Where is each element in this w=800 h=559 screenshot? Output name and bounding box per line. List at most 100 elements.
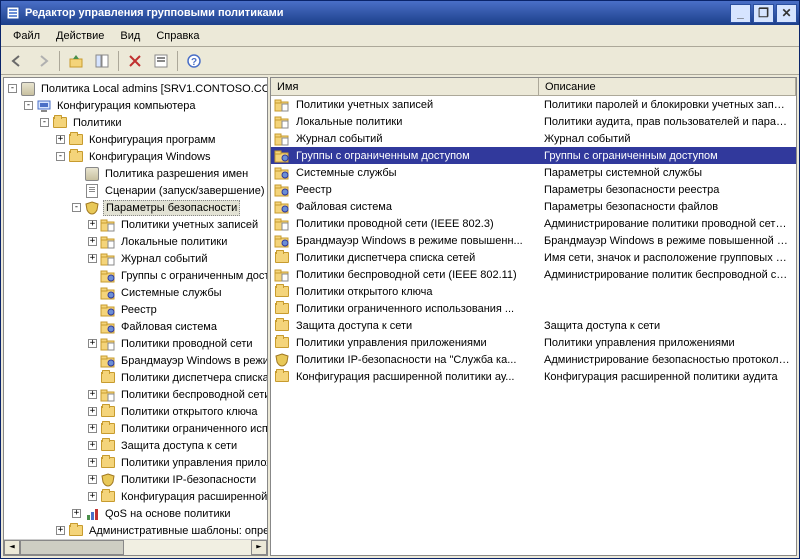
tree-expander[interactable]: + xyxy=(56,526,65,535)
tree-row[interactable]: -Политика Local admins [SRV1.CONTOSO.COM xyxy=(4,80,267,97)
folder-icon xyxy=(68,132,84,148)
tree-expander[interactable]: + xyxy=(88,254,97,263)
up-button[interactable] xyxy=(64,49,88,73)
tree-expander[interactable]: - xyxy=(24,101,33,110)
tree-row[interactable]: Брандмауэр Windows в режиме xyxy=(4,352,267,369)
tree-row[interactable]: Сценарии (запуск/завершение) xyxy=(4,182,267,199)
list-row[interactable]: Системные службыПараметры системной служ… xyxy=(271,164,796,181)
tree-row[interactable]: +Политики беспроводной сети xyxy=(4,386,267,403)
properties-button[interactable] xyxy=(149,49,173,73)
tree-row[interactable]: +Политики учетных записей xyxy=(4,216,267,233)
titlebar[interactable]: Редактор управления групповыми политикам… xyxy=(1,1,799,25)
show-tree-button[interactable] xyxy=(90,49,114,73)
tree-hscrollbar[interactable]: ◄ ► xyxy=(4,539,267,555)
scroll-right-button[interactable]: ► xyxy=(251,540,267,555)
menu-file[interactable]: Файл xyxy=(5,27,48,45)
list-row[interactable]: Политики ограниченного использования ... xyxy=(271,300,796,317)
cell-description: Группы с ограниченным доступом xyxy=(538,150,796,162)
tree-label: Административные шаблоны: определения xyxy=(87,524,267,538)
menu-help[interactable]: Справка xyxy=(148,27,207,45)
tree-expander[interactable]: + xyxy=(88,220,97,229)
tree-row[interactable]: +Политики ограниченного использования xyxy=(4,420,267,437)
tree-row[interactable]: -Параметры безопасности xyxy=(4,199,267,216)
tree-row[interactable]: -Конфигурация Windows xyxy=(4,148,267,165)
list-row[interactable]: Политики учетных записейПолитики паролей… xyxy=(271,96,796,113)
cell-name: Политики ограниченного использования ... xyxy=(290,303,538,315)
list-row[interactable]: Политики диспетчера списка сетейИмя сети… xyxy=(271,249,796,266)
list-row[interactable]: Политики управления приложениямиПолитики… xyxy=(271,334,796,351)
tree-expander[interactable]: - xyxy=(8,84,17,93)
menu-action[interactable]: Действие xyxy=(48,27,112,45)
tree-row[interactable]: +Защита доступа к сети xyxy=(4,437,267,454)
tree-expander[interactable]: + xyxy=(88,475,97,484)
tree-expander[interactable]: + xyxy=(88,441,97,450)
tree-expander[interactable]: + xyxy=(88,458,97,467)
list-body[interactable]: Политики учетных записейПолитики паролей… xyxy=(271,96,796,555)
tree-row[interactable]: Файловая система xyxy=(4,318,267,335)
tree-row[interactable]: Реестр xyxy=(4,301,267,318)
tree-row[interactable]: + Административные шаблоны: определения xyxy=(4,522,267,539)
cell-name: Конфигурация расширенной политики ау... xyxy=(290,371,538,383)
shield-icon xyxy=(274,352,290,368)
folderp-icon xyxy=(100,336,116,352)
tree-expander[interactable]: + xyxy=(88,339,97,348)
tree-row[interactable]: Группы с ограниченным доступом xyxy=(4,267,267,284)
scroll-thumb[interactable] xyxy=(20,540,124,555)
tree-expander[interactable]: + xyxy=(88,492,97,501)
tree-row[interactable]: -Конфигурация компьютера xyxy=(4,97,267,114)
list-row[interactable]: Политики проводной сети (IEEE 802.3)Адми… xyxy=(271,215,796,232)
app-window: Редактор управления групповыми политикам… xyxy=(0,0,800,559)
cell-name: Политики учетных записей xyxy=(290,99,538,111)
minimize-button[interactable]: _ xyxy=(730,4,751,23)
tree-row[interactable]: Политика разрешения имен xyxy=(4,165,267,182)
help-button[interactable]: ? xyxy=(182,49,206,73)
cell-name: Политики управления приложениями xyxy=(290,337,538,349)
tree-expander[interactable]: + xyxy=(88,237,97,246)
tree[interactable]: -Политика Local admins [SRV1.CONTOSO.COM… xyxy=(4,78,267,539)
tree-row[interactable]: +Политики управления приложениями xyxy=(4,454,267,471)
list-row[interactable]: Политики открытого ключа xyxy=(271,283,796,300)
cell-description: Администрирование политик беспроводной с… xyxy=(538,269,796,281)
close-button[interactable]: ✕ xyxy=(776,4,797,23)
tree-row[interactable]: +Конфигурация программ xyxy=(4,131,267,148)
list-row[interactable]: Политики IP-безопасности на "Служба ка..… xyxy=(271,351,796,368)
tree-expander[interactable]: - xyxy=(40,118,49,127)
tree-expander[interactable]: + xyxy=(72,509,81,518)
tree-row[interactable]: -Политики xyxy=(4,114,267,131)
list-row[interactable]: Группы с ограниченным доступомГруппы с о… xyxy=(271,147,796,164)
scroll-left-button[interactable]: ◄ xyxy=(4,540,20,555)
menu-view[interactable]: Вид xyxy=(112,27,148,45)
tree-expander[interactable]: - xyxy=(56,152,65,161)
tree-row[interactable]: +Конфигурация расширенной xyxy=(4,488,267,505)
tree-row[interactable]: +Политики открытого ключа xyxy=(4,403,267,420)
tree-expander[interactable]: + xyxy=(88,390,97,399)
tree-row[interactable]: Системные службы xyxy=(4,284,267,301)
tree-row[interactable]: +Журнал событий xyxy=(4,250,267,267)
tree-expander[interactable]: - xyxy=(72,203,81,212)
list-row[interactable]: Конфигурация расширенной политики ау...К… xyxy=(271,368,796,385)
menubar: Файл Действие Вид Справка xyxy=(1,25,799,47)
column-description[interactable]: Описание xyxy=(539,78,796,95)
list-row[interactable]: Брандмауэр Windows в режиме повышенн...Б… xyxy=(271,232,796,249)
tree-row[interactable]: Политики диспетчера списка xyxy=(4,369,267,386)
back-button[interactable] xyxy=(5,49,29,73)
column-name[interactable]: Имя xyxy=(271,78,539,95)
tree-expander[interactable]: + xyxy=(88,407,97,416)
list-row[interactable]: Файловая системаПараметры безопасности ф… xyxy=(271,198,796,215)
restore-button[interactable]: ❐ xyxy=(753,4,774,23)
tree-expander[interactable]: + xyxy=(88,424,97,433)
forward-button[interactable] xyxy=(31,49,55,73)
list-row[interactable]: Локальные политикиПолитики аудита, прав … xyxy=(271,113,796,130)
list-row[interactable]: Журнал событийЖурнал событий xyxy=(271,130,796,147)
cell-description: Брандмауэр Windows в режиме повышенной б… xyxy=(538,235,796,247)
list-row[interactable]: РеестрПараметры безопасности реестра xyxy=(271,181,796,198)
tree-row[interactable]: +QoS на основе политики xyxy=(4,505,267,522)
list-row[interactable]: Политики беспроводной сети (IEEE 802.11)… xyxy=(271,266,796,283)
tree-row[interactable]: +Локальные политики xyxy=(4,233,267,250)
list-row[interactable]: Защита доступа к сетиЗащита доступа к се… xyxy=(271,317,796,334)
tree-expander[interactable]: + xyxy=(56,135,65,144)
tree-label: Политики проводной сети xyxy=(119,337,255,351)
tree-row[interactable]: + Политики проводной сети xyxy=(4,335,267,352)
tree-row[interactable]: +Политики IP-безопасности xyxy=(4,471,267,488)
delete-button[interactable] xyxy=(123,49,147,73)
